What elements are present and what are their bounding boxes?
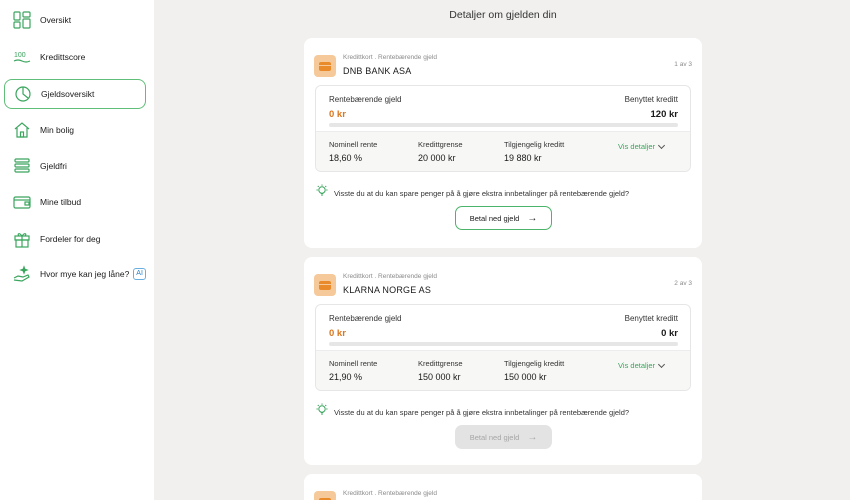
ai-badge: AI	[133, 268, 146, 280]
card-lender-name: KLARNA NORGE AS	[343, 285, 432, 295]
debt-card: Kredittkort . Rentebærende gjeld	[304, 474, 702, 500]
chevron-down-icon	[657, 141, 666, 149]
interest-bearing-debt-value: 0 kr	[329, 109, 346, 120]
interest-bearing-debt-value: 0 kr	[329, 328, 346, 339]
credit-limit-label: Kredittgrense	[418, 359, 463, 368]
card-counter: 2 av 3	[674, 280, 692, 287]
available-credit: Tilgjengelig kreditt 150 000 kr	[504, 359, 564, 382]
credit-card-icon	[314, 274, 336, 296]
chevron-down-icon	[657, 360, 666, 368]
used-credit-value: 120 kr	[650, 109, 678, 120]
sidebar-item-label: Min bolig	[40, 125, 75, 135]
arrow-right-icon: →	[527, 212, 538, 224]
tip-text: Visste du at du kan spare penger på å gj…	[334, 189, 630, 198]
pay-down-debt-label: Betal ned gjeld	[469, 213, 520, 223]
debt-progress-bar	[329, 342, 678, 346]
details-strip: Nominell rente 21,90 % Kredittgrense 150…	[316, 350, 690, 390]
sidebar-item-label: Gjeldfri	[40, 161, 67, 171]
savings-tip: Visste du at du kan spare penger på å gj…	[315, 184, 629, 203]
sidebar-item-label: Fordeler for deg	[40, 234, 101, 244]
sidebar-item-oversikt[interactable]: Oversikt	[4, 5, 146, 35]
show-details-label: Vis detaljer	[618, 142, 655, 151]
pay-down-debt-button[interactable]: Betal ned gjeld →	[455, 425, 552, 449]
tip-text: Visste du at du kan spare penger på å gj…	[334, 408, 630, 417]
sidebar-item-hvor-mye-kan-jeg-lane[interactable]: Hvor mye kan jeg låne? AI	[4, 259, 146, 289]
savings-tip: Visste du at du kan spare penger på å gj…	[315, 403, 629, 422]
available-credit-value: 150 000 kr	[504, 372, 547, 382]
debt-summary-box: Rentebærende gjeld Benyttet kreditt 0 kr…	[315, 304, 691, 391]
show-details-label: Vis detaljer	[618, 361, 655, 370]
nominal-rate-label: Nominell rente	[329, 140, 378, 149]
hand-sparkle-icon	[12, 264, 32, 284]
interest-bearing-debt-label: Rentebærende gjeld	[329, 314, 402, 323]
available-credit: Tilgjengelig kreditt 19 880 kr	[504, 140, 564, 163]
credit-card-icon	[314, 55, 336, 77]
wallet-icon	[12, 192, 32, 212]
debt-card: Kredittkort . Rentebærende gjeld DNB BAN…	[304, 38, 702, 248]
page-title: Detaljer om gjelden din	[449, 9, 557, 21]
house-icon	[12, 120, 32, 140]
details-strip: Nominell rente 18,60 % Kredittgrense 20 …	[316, 131, 690, 171]
sidebar-item-fordeler[interactable]: Fordeler for deg	[4, 224, 146, 254]
credit-limit: Kredittgrense 150 000 kr	[418, 359, 463, 382]
sidebar-item-gjeldfri[interactable]: Gjeldfri	[4, 151, 146, 181]
arrow-right-icon: →	[527, 431, 538, 443]
nominal-rate: Nominell rente 21,90 %	[329, 359, 377, 382]
sidebar-item-label: Oversikt	[40, 15, 72, 25]
pay-down-debt-button[interactable]: Betal ned gjeld →	[455, 206, 552, 230]
sidebar-item-label: Hvor mye kan jeg låne?	[40, 269, 130, 279]
show-details-link[interactable]: Vis detaljer	[618, 141, 666, 151]
used-credit-value: 0 kr	[661, 328, 678, 339]
sidebar-item-gjeldsoversikt[interactable]: Gjeldsoversikt	[4, 79, 146, 109]
available-credit-label: Tilgjengelig kreditt	[504, 359, 565, 368]
interest-bearing-debt-label: Rentebærende gjeld	[329, 95, 402, 104]
pie-chart-icon	[13, 84, 33, 104]
sidebar-item-min-bolig[interactable]: Min bolig	[4, 115, 146, 145]
credit-limit-value: 150 000 kr	[418, 372, 461, 382]
card-lender-name: DNB BANK ASA	[343, 66, 412, 76]
score-icon: 100	[12, 47, 32, 67]
sidebar-item-mine-tilbud[interactable]: Mine tilbud	[4, 187, 146, 217]
debt-card: Kredittkort . Rentebærende gjeld KLARNA …	[304, 257, 702, 465]
sidebar-item-label: Gjeldsoversikt	[41, 89, 95, 99]
used-credit-label: Benyttet kreditt	[624, 95, 678, 104]
credit-limit-value: 20 000 kr	[418, 153, 456, 163]
nominal-rate-value: 21,90 %	[329, 372, 363, 382]
card-subtitle: Kredittkort . Rentebærende gjeld	[343, 273, 437, 280]
card-counter: 1 av 3	[674, 61, 692, 68]
sidebar-item-label: Mine tilbud	[40, 197, 82, 207]
show-details-link[interactable]: Vis detaljer	[618, 360, 666, 370]
lightbulb-icon	[315, 403, 329, 422]
credit-card-icon	[314, 491, 336, 500]
card-subtitle: Kredittkort . Rentebærende gjeld	[343, 490, 437, 497]
used-credit-label: Benyttet kreditt	[624, 314, 678, 323]
sidebar: Oversikt 100 Kredittscore Gjeldsoversikt…	[0, 0, 154, 500]
nominal-rate: Nominell rente 18,60 %	[329, 140, 377, 163]
credit-limit: Kredittgrense 20 000 kr	[418, 140, 463, 163]
stack-icon	[12, 156, 32, 176]
sidebar-item-label: Kredittscore	[40, 52, 86, 62]
pay-down-debt-label: Betal ned gjeld	[469, 432, 520, 442]
available-credit-value: 19 880 kr	[504, 153, 542, 163]
debt-summary-box: Rentebærende gjeld Benyttet kreditt 0 kr…	[315, 85, 691, 172]
lightbulb-icon	[315, 184, 329, 203]
nominal-rate-value: 18,60 %	[329, 153, 363, 163]
svg-text:100: 100	[14, 52, 26, 59]
gift-icon	[12, 229, 32, 249]
card-subtitle: Kredittkort . Rentebærende gjeld	[343, 54, 437, 61]
available-credit-label: Tilgjengelig kreditt	[504, 140, 565, 149]
credit-limit-label: Kredittgrense	[418, 140, 463, 149]
debt-progress-bar	[329, 123, 678, 127]
sidebar-item-kredittscore[interactable]: 100 Kredittscore	[4, 42, 146, 72]
grid-icon	[12, 10, 32, 30]
nominal-rate-label: Nominell rente	[329, 359, 378, 368]
